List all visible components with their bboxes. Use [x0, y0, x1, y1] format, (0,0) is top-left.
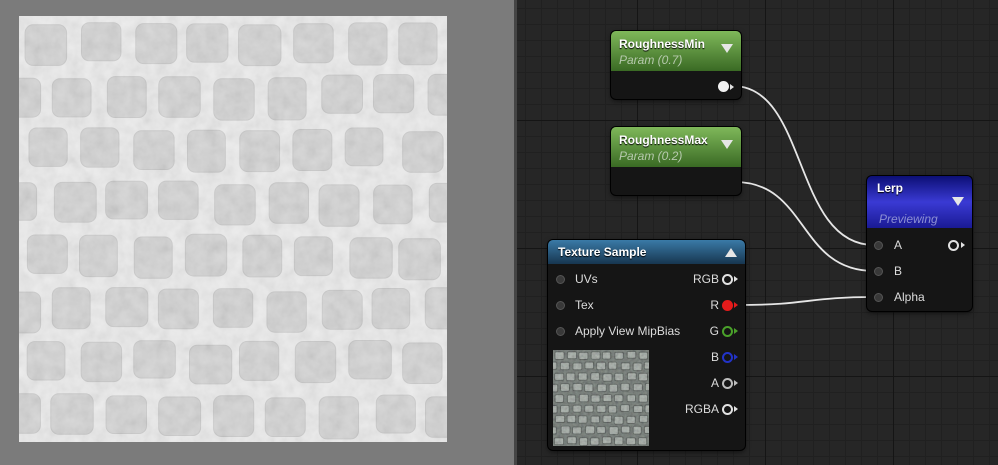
input-pin-icon[interactable] [556, 327, 565, 336]
collapse-arrow-icon[interactable] [721, 44, 733, 53]
input-pin-icon[interactable] [556, 301, 565, 310]
material-graph-canvas[interactable]: RoughnessMin Param (0.7) RoughnessMax Pa… [517, 0, 998, 465]
lerp-input-b[interactable]: B [867, 261, 972, 281]
output-arrow-icon [730, 84, 734, 90]
output-pin-roughnessmin[interactable] [718, 81, 729, 92]
texture-output-g[interactable]: G [658, 321, 745, 341]
input-pin-icon[interactable] [874, 267, 883, 276]
node-lerp[interactable]: Lerp Previewing A B Alpha [867, 176, 972, 311]
texture-output-b-label: B [710, 350, 719, 364]
node-roughnessmin-subtitle: Param (0.7) [619, 53, 683, 67]
wire-texture-r-to-lerp-alpha[interactable] [738, 296, 875, 306]
input-pin-icon[interactable] [556, 275, 565, 284]
node-roughnessmax-header[interactable]: RoughnessMax Param (0.2) [611, 127, 741, 167]
texture-input-tex-label: Tex [575, 298, 594, 312]
node-lerp-header[interactable]: Lerp Previewing [867, 176, 972, 228]
collapse-arrow-icon[interactable] [952, 197, 964, 206]
output-arrow-icon [734, 406, 738, 412]
texture-input-uvs-label: UVs [575, 272, 598, 286]
lerp-input-b-label: B [894, 264, 903, 278]
output-pin-lerp[interactable] [948, 240, 959, 251]
node-texture-sample-title: Texture Sample [558, 245, 647, 259]
lerp-input-a-label: A [894, 238, 903, 252]
output-pin-r-icon[interactable] [722, 300, 733, 311]
node-lerp-title: Lerp [877, 181, 904, 195]
texture-output-a[interactable]: A [658, 373, 745, 393]
collapse-arrow-icon[interactable] [721, 140, 733, 149]
material-preview-viewport[interactable] [0, 0, 514, 465]
node-roughnessmax[interactable]: RoughnessMax Param (0.2) [611, 127, 741, 195]
texture-output-a-label: A [710, 376, 719, 390]
node-roughnessmin-header[interactable]: RoughnessMin Param (0.7) [611, 31, 741, 71]
output-pin-g-icon[interactable] [722, 326, 733, 337]
node-roughnessmin-title: RoughnessMin [619, 37, 705, 51]
output-pin-rgba-icon[interactable] [722, 404, 733, 415]
output-pin-b-icon[interactable] [722, 352, 733, 363]
output-arrow-icon [734, 276, 738, 282]
node-roughnessmax-title: RoughnessMax [619, 133, 708, 147]
texture-output-rgba-label: RGBA [684, 402, 719, 416]
lerp-input-alpha[interactable]: Alpha [867, 287, 972, 307]
lerp-input-alpha-label: Alpha [894, 290, 925, 304]
output-arrow-icon [734, 328, 738, 334]
texture-output-g-label: G [709, 324, 719, 338]
texture-output-r-label: R [710, 298, 719, 312]
wire-roughnessmin-to-lerp-a[interactable] [732, 85, 875, 246]
texture-output-rgb[interactable]: RGB [658, 269, 745, 289]
texture-output-rgba[interactable]: RGBA [658, 399, 745, 419]
preview-texture-image [19, 16, 447, 442]
lerp-input-a[interactable]: A [867, 235, 972, 255]
output-arrow-icon [961, 242, 965, 248]
node-texture-sample-header[interactable]: Texture Sample [548, 240, 745, 264]
node-lerp-subtitle: Previewing [879, 212, 938, 226]
wire-roughnessmax-to-lerp-b[interactable] [734, 181, 875, 272]
texture-output-r[interactable]: R [658, 295, 745, 315]
output-arrow-icon [734, 354, 738, 360]
texture-output-rgb-label: RGB [692, 272, 719, 286]
input-pin-icon[interactable] [874, 241, 883, 250]
node-roughnessmax-subtitle: Param (0.2) [619, 149, 683, 163]
texture-input-uvs[interactable]: UVs [548, 269, 658, 289]
output-pin-rgb-icon[interactable] [722, 274, 733, 285]
output-arrow-icon [734, 302, 738, 308]
texture-input-tex[interactable]: Tex [548, 295, 658, 315]
output-pin-a-icon[interactable] [722, 378, 733, 389]
input-pin-icon[interactable] [874, 293, 883, 302]
texture-output-b[interactable]: B [658, 347, 745, 367]
node-texture-sample[interactable]: Texture Sample UVs Tex Apply View MipBia… [548, 240, 745, 450]
output-arrow-icon [734, 380, 738, 386]
collapse-arrow-icon[interactable] [725, 248, 737, 257]
texture-thumbnail [553, 350, 649, 446]
node-roughnessmin[interactable]: RoughnessMin Param (0.7) [611, 31, 741, 99]
